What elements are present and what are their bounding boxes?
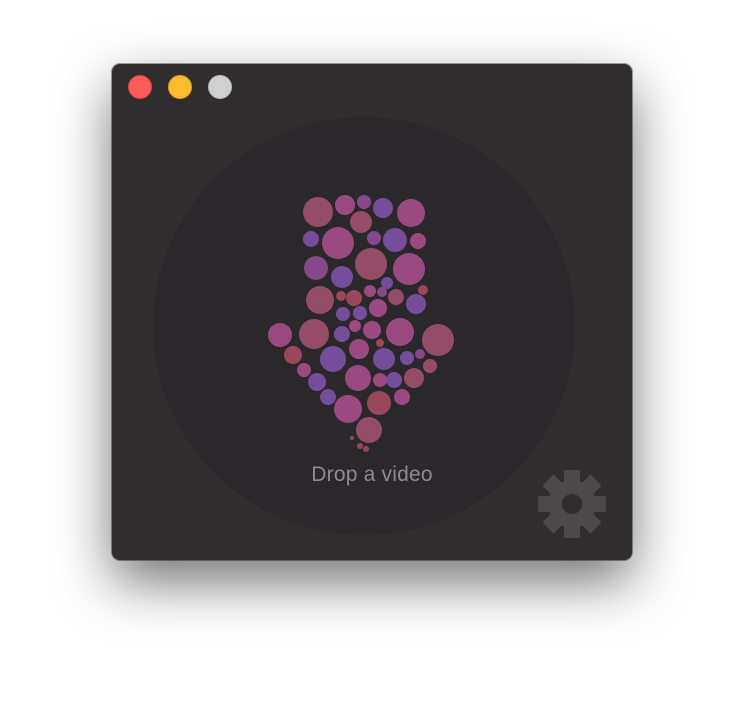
- bubble: [363, 446, 369, 452]
- bubble: [320, 346, 346, 372]
- bubble: [297, 363, 311, 377]
- bubble: [349, 339, 369, 359]
- bubble: [404, 368, 424, 388]
- app-window: Drop a video: [112, 64, 632, 560]
- bubble: [357, 443, 363, 449]
- bubble: [373, 198, 393, 218]
- bubble: [308, 373, 326, 391]
- bubble: [349, 320, 361, 332]
- bubble: [367, 391, 391, 415]
- bubble: [406, 294, 426, 314]
- bubble: [331, 266, 353, 288]
- bubble: [346, 290, 362, 306]
- bubble: [334, 395, 362, 423]
- bubble: [306, 286, 334, 314]
- bubble: [355, 248, 387, 280]
- bubble: [386, 318, 414, 346]
- bubble: [423, 359, 437, 373]
- bubble: [410, 233, 426, 249]
- bubble: [415, 349, 425, 359]
- gear-icon[interactable]: [536, 468, 608, 540]
- bubble: [268, 323, 292, 347]
- bubble: [350, 211, 372, 233]
- bubble: [334, 326, 350, 342]
- bubble: [320, 389, 336, 405]
- bubble: [369, 299, 387, 317]
- bubble: [303, 197, 333, 227]
- bubble: [350, 436, 354, 440]
- bubble: [299, 319, 329, 349]
- bubble: [381, 277, 393, 289]
- bubble: [284, 346, 302, 364]
- bubble: [304, 256, 328, 280]
- bubble: [394, 389, 410, 405]
- bubble: [400, 351, 414, 365]
- bubble: [322, 227, 354, 259]
- bubble: [397, 199, 425, 227]
- bubble: [386, 372, 402, 388]
- bubble: [356, 417, 382, 443]
- bubble: [418, 285, 428, 295]
- bubble: [383, 228, 407, 252]
- bubble: [336, 307, 350, 321]
- bubble: [363, 321, 381, 339]
- bubble: [376, 339, 384, 347]
- bubble: [357, 195, 371, 209]
- bubble: [373, 373, 387, 387]
- bubble: [345, 365, 371, 391]
- bubble: [388, 289, 404, 305]
- bubble: [336, 291, 346, 301]
- bubble: [353, 306, 367, 320]
- bubble: [393, 253, 425, 285]
- bubble: [335, 195, 355, 215]
- bubble: [364, 285, 376, 297]
- bubble: [373, 348, 395, 370]
- bubble-down-arrow-icon: [268, 195, 454, 452]
- bubble: [367, 231, 381, 245]
- bubble: [422, 324, 454, 356]
- bubble: [303, 231, 319, 247]
